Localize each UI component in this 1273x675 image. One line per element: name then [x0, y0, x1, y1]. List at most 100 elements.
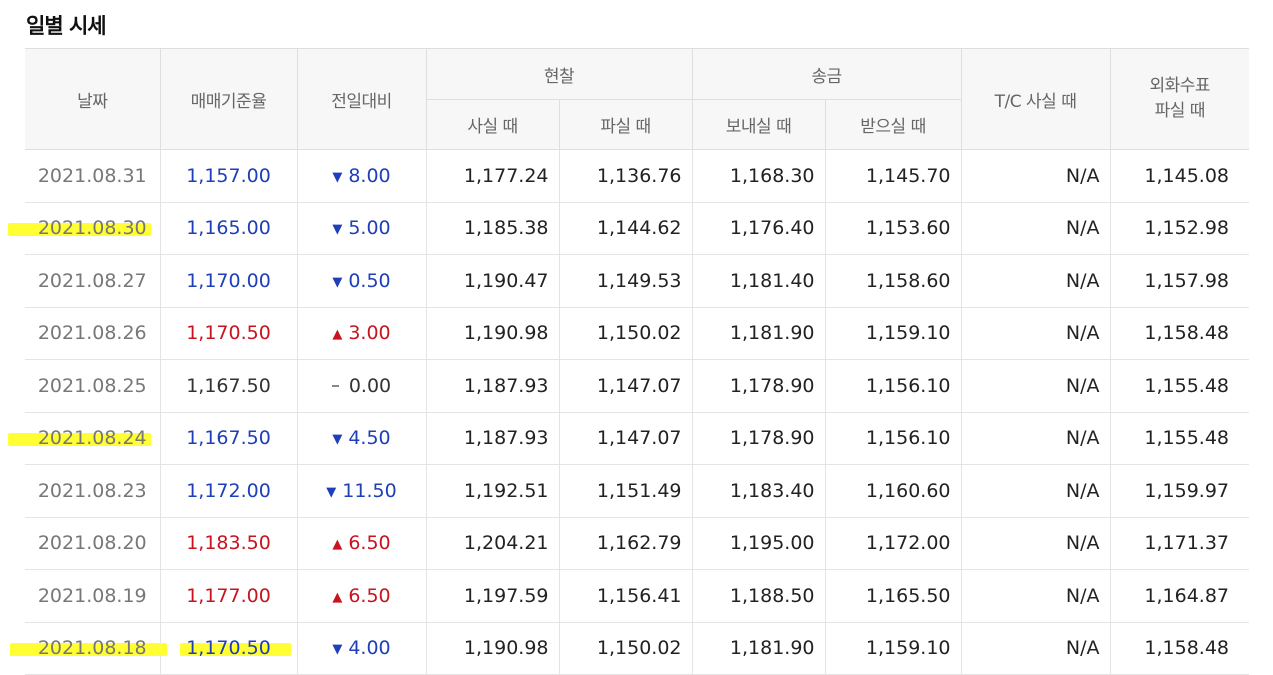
cell-base-rate: 1,170.00	[160, 254, 298, 308]
cell-cash-buy: 1,190.98	[426, 622, 560, 675]
cell-check-sell: 1,152.98	[1110, 202, 1249, 255]
page-title: 일별 시세	[26, 14, 107, 38]
cell-base-rate: 1,170.50	[160, 307, 298, 360]
header-check-sell-line2: 파실 때	[1154, 101, 1206, 121]
change-text: 11.50	[342, 479, 397, 502]
date-text: 2021.08.20	[37, 532, 147, 555]
header-cash-buy: 사실 때	[425, 99, 560, 150]
cell-cash-sell: 1,162.79	[559, 517, 693, 570]
cell-remit-send: 1,195.00	[692, 517, 826, 570]
change-text: 0.50	[348, 269, 391, 292]
cell-remit-receive: 1,172.00	[825, 517, 962, 570]
date-text: 2021.08.30	[37, 217, 147, 240]
cell-change: ▼ 11.50	[297, 464, 427, 518]
cell-check-sell: 1,155.48	[1110, 412, 1249, 465]
cell-base-rate: 1,167.50	[160, 412, 298, 465]
cell-base-rate: 1,170.50	[160, 622, 298, 675]
cell-cash-sell: 1,149.53	[559, 254, 693, 308]
cell-remit-send: 1,178.90	[692, 412, 826, 465]
cell-tc-buy: N/A	[961, 359, 1111, 413]
base-rate-text: 1,172.00	[186, 479, 271, 502]
cell-remit-send: 1,176.40	[692, 202, 826, 255]
cell-remit-send: 1,181.90	[692, 307, 826, 360]
date-text: 2021.08.18	[37, 637, 147, 660]
cell-cash-sell: 1,156.41	[559, 569, 693, 623]
cell-cash-buy: 1,197.59	[426, 569, 560, 623]
cell-tc-buy: N/A	[961, 464, 1111, 518]
cell-check-sell: 1,158.48	[1110, 622, 1249, 675]
table-row: 2021.08.18 1,170.50 ▼ 4.00 1,190.98 1,150.02 1…	[25, 622, 1249, 675]
cell-remit-send: 1,188.50	[692, 569, 826, 623]
change-text: 4.00	[348, 637, 391, 660]
cell-change: ▼ 8.00	[297, 149, 427, 203]
cell-check-sell: 1,159.97	[1110, 464, 1249, 518]
date-text: 2021.08.27	[37, 269, 147, 292]
header-remit-send: 보내실 때	[691, 99, 826, 150]
cell-cash-buy: 1,187.93	[426, 359, 560, 413]
cell-date: 2021.08.20	[25, 517, 161, 570]
cell-base-rate: 1,165.00	[160, 202, 298, 255]
cell-remit-receive: 1,156.10	[825, 412, 962, 465]
change-text: 8.00	[348, 164, 391, 187]
date-text: 2021.08.23	[37, 479, 147, 502]
cell-cash-sell: 1,136.76	[559, 149, 693, 203]
cell-check-sell: 1,158.48	[1110, 307, 1249, 360]
cell-cash-sell: 1,150.02	[559, 622, 693, 675]
table-row: 2021.08.20 1,183.50 ▲ 6.50 1,204.21 1,162.79 1…	[25, 517, 1249, 570]
cell-check-sell: 1,145.08	[1110, 149, 1249, 203]
cell-change: ▲ 6.50	[297, 569, 427, 623]
cell-cash-buy: 1,190.47	[426, 254, 560, 308]
cell-cash-buy: 1,185.38	[426, 202, 560, 255]
cell-base-rate: 1,167.50	[160, 359, 298, 413]
header-tc-buy: T/C 사실 때	[960, 48, 1111, 150]
change-text: 5.00	[348, 217, 391, 240]
change-text: 3.00	[348, 322, 391, 345]
cell-remit-receive: 1,158.60	[825, 254, 962, 308]
cell-date: 2021.08.30	[25, 202, 161, 255]
cell-remit-receive: 1,165.50	[825, 569, 962, 623]
cell-date: 2021.08.26	[25, 307, 161, 360]
cell-tc-buy: N/A	[961, 622, 1111, 675]
header-remit-receive: 받으실 때	[824, 99, 961, 150]
cell-remit-send: 1,181.40	[692, 254, 826, 308]
change-text: 0.00	[348, 374, 392, 397]
cell-remit-send: 1,168.30	[692, 149, 826, 203]
cell-cash-sell: 1,144.62	[559, 202, 693, 255]
change-text: 6.50	[348, 584, 391, 607]
cell-remit-receive: 1,156.10	[825, 359, 962, 413]
cell-base-rate: 1,183.50	[160, 517, 298, 570]
header-remit: 송금	[691, 48, 962, 100]
base-rate-text: 1,167.50	[186, 427, 271, 450]
cell-tc-buy: N/A	[961, 412, 1111, 465]
cell-base-rate: 1,177.00	[160, 569, 298, 623]
cell-change: 0.00	[297, 359, 427, 413]
base-rate-text: 1,170.00	[186, 269, 271, 292]
cell-date: 2021.08.19	[25, 569, 161, 623]
cell-tc-buy: N/A	[961, 254, 1111, 308]
cell-date: 2021.08.18	[25, 622, 161, 675]
cell-remit-receive: 1,159.10	[825, 307, 962, 360]
header-check-sell-line1: 외화수표	[1149, 76, 1211, 96]
triangle-down-icon: ▼	[332, 274, 343, 290]
table-row: 2021.08.31 1,157.00 ▼ 8.00 1,177.24 1,136.76 1…	[25, 149, 1249, 203]
cell-remit-send: 1,181.90	[692, 622, 826, 675]
table-row: 2021.08.24 1,167.50 ▼ 4.50 1,187.93 1,147.07 1…	[25, 412, 1249, 465]
cell-base-rate: 1,172.00	[160, 464, 298, 518]
triangle-down-icon: ▼	[326, 484, 337, 500]
cell-tc-buy: N/A	[961, 307, 1111, 360]
cell-check-sell: 1,171.37	[1110, 517, 1249, 570]
cell-change: ▼ 4.50	[297, 412, 427, 465]
dash-icon	[331, 384, 339, 387]
table-row: 2021.08.19 1,177.00 ▲ 6.50 1,197.59 1,156.41 1…	[25, 569, 1249, 623]
table-body: 2021.08.31 1,157.00 ▼ 8.00 1,177.24 1,136.76 1…	[25, 149, 1249, 675]
daily-rate-table: 날짜 매매기준율 전일대비 현찰 송금 T/C 사실 때 외화수표 파실 때 사…	[25, 48, 1249, 675]
cell-tc-buy: N/A	[961, 517, 1111, 570]
cell-cash-buy: 1,177.24	[426, 149, 560, 203]
cell-remit-receive: 1,153.60	[825, 202, 962, 255]
header-change: 전일대비	[296, 48, 427, 150]
base-rate-text: 1,167.50	[186, 374, 271, 397]
cell-cash-buy: 1,187.93	[426, 412, 560, 465]
cell-cash-sell: 1,151.49	[559, 464, 693, 518]
cell-tc-buy: N/A	[961, 149, 1111, 203]
change-text: 6.50	[348, 532, 391, 555]
